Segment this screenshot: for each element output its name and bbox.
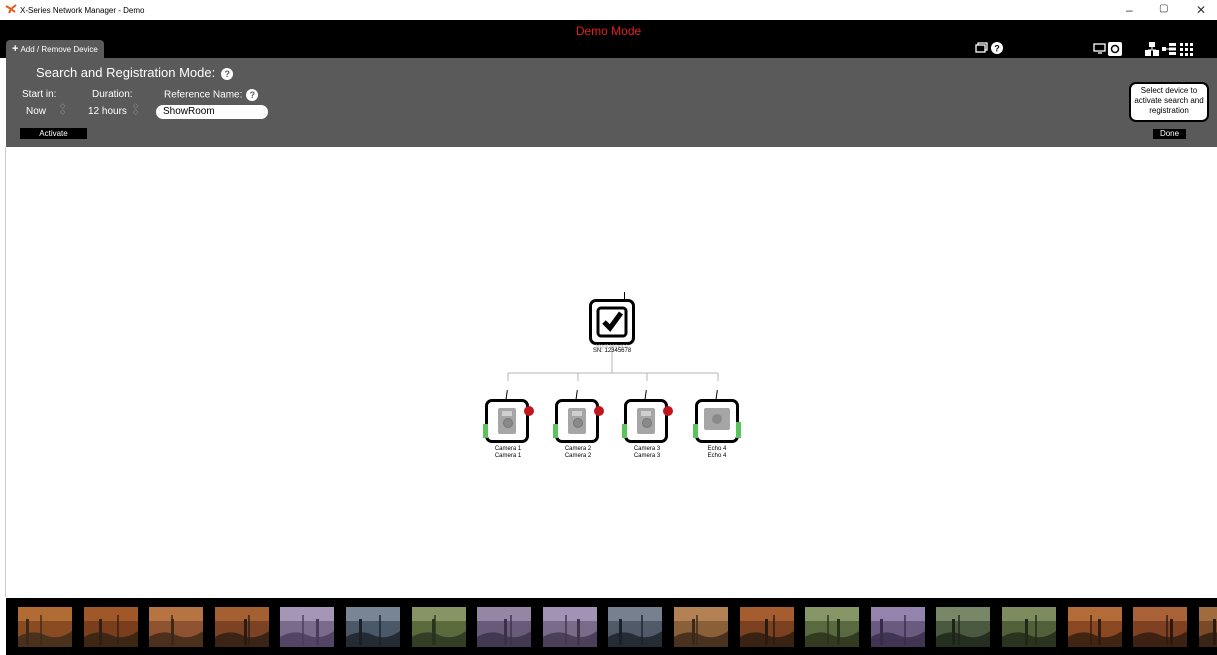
camera-icon — [568, 408, 586, 434]
device-label-camera-1: Camera 1 Camera 1 — [478, 446, 538, 460]
device-camera-2[interactable] — [553, 389, 604, 443]
checkmark-icon — [596, 306, 628, 338]
device-label-camera-3: Camera 3 Camera 3 — [617, 446, 677, 460]
thumbnail-image[interactable] — [1133, 607, 1188, 647]
signal-icon — [693, 424, 698, 438]
thumbnail-image[interactable] — [674, 607, 728, 647]
thumbnail-image[interactable] — [83, 607, 138, 647]
device-label-echo-4: Echo 4 Echo 4 — [687, 446, 747, 460]
status-alert-icon — [663, 406, 673, 416]
status-alert-icon — [524, 406, 534, 416]
device-name: Camera 3 — [633, 446, 661, 452]
device-camera-1[interactable] — [483, 389, 534, 443]
camera-icon — [498, 408, 516, 434]
thumbnail-image[interactable] — [1198, 607, 1217, 647]
thumbnail-image[interactable] — [870, 607, 925, 647]
thumbnail-image[interactable] — [1002, 607, 1056, 647]
thumbnail-image[interactable] — [411, 607, 466, 647]
device-subname: Echo 4 — [707, 453, 727, 459]
device-name: Camera 1 — [494, 446, 522, 452]
device-label-camera-2: Camera 2 Camera 2 — [548, 446, 608, 460]
thumbnail-image[interactable] — [346, 607, 400, 647]
thumbnail-image[interactable] — [936, 607, 991, 647]
thumbnail-image[interactable] — [214, 607, 269, 647]
signal-icon — [553, 424, 558, 438]
root-device-serial: SN: 12345678 — [592, 348, 632, 354]
thumbnail-image[interactable] — [149, 607, 204, 647]
thumbnail-image[interactable] — [1067, 607, 1122, 647]
thumbnail-image[interactable] — [280, 607, 335, 647]
signal-icon — [736, 422, 741, 438]
device-name: Camera 2 — [564, 446, 592, 452]
thumbnail-image[interactable] — [18, 607, 72, 647]
thumbnail-filmstrip — [6, 598, 1217, 655]
thumbnail-image[interactable] — [477, 607, 532, 647]
signal-icon — [622, 424, 627, 438]
thumbnail-image[interactable] — [805, 607, 860, 647]
echo-device-icon — [704, 408, 730, 430]
thumbnail-image[interactable] — [739, 607, 794, 647]
device-subname: Camera 3 — [633, 453, 661, 459]
camera-icon — [637, 408, 655, 434]
root-device-label: Root Device SN: 12345678 — [582, 344, 642, 355]
signal-icon — [483, 424, 488, 438]
device-name: Echo 4 — [707, 446, 727, 452]
root-device-node[interactable] — [589, 292, 635, 345]
thumbnail-image[interactable] — [608, 607, 663, 647]
antenna-icon — [624, 292, 625, 302]
thumbnail-image[interactable] — [542, 607, 597, 647]
status-alert-icon — [594, 406, 604, 416]
device-subname: Camera 2 — [564, 453, 592, 459]
device-subname: Camera 1 — [494, 453, 522, 459]
device-camera-3[interactable] — [622, 389, 673, 443]
device-echo-4[interactable] — [693, 389, 741, 443]
